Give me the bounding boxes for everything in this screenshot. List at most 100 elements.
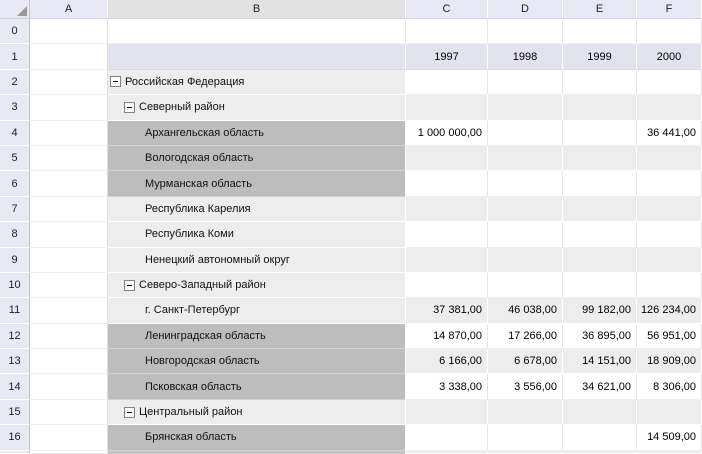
row-header-10[interactable]: 10	[0, 272, 30, 299]
cell-c-12[interactable]: 14 870,00	[406, 323, 488, 350]
row-header-6[interactable]: 6	[0, 171, 30, 197]
cell-e-1[interactable]: 1999	[563, 44, 637, 70]
cell-a-5[interactable]	[30, 145, 108, 172]
collapse-minus-icon[interactable]	[124, 279, 135, 291]
row-header-7[interactable]: 7	[0, 196, 30, 223]
cell-e-14[interactable]: 34 621,00	[563, 374, 637, 400]
cell-e-10[interactable]	[563, 272, 637, 299]
cell-b-16[interactable]: Брянская область	[108, 425, 406, 451]
cell-c-17[interactable]	[406, 450, 488, 454]
row-header-14[interactable]: 14	[0, 374, 30, 400]
cell-d-4[interactable]	[488, 120, 563, 146]
cell-c-7[interactable]	[406, 196, 488, 223]
cell-b-17[interactable]	[108, 450, 406, 454]
collapse-minus-icon[interactable]	[110, 76, 121, 88]
cell-a-1[interactable]	[30, 44, 108, 70]
cell-f-11[interactable]: 126 234,00	[637, 298, 702, 324]
cell-a-3[interactable]	[30, 95, 108, 121]
cell-b-0[interactable]	[108, 19, 406, 45]
cell-f-13[interactable]: 18 909,00	[637, 349, 702, 375]
cell-f-2[interactable]	[637, 69, 702, 96]
cell-a-12[interactable]	[30, 323, 108, 350]
cell-e-6[interactable]	[563, 171, 637, 197]
cell-a-7[interactable]	[30, 196, 108, 223]
cell-c-8[interactable]	[406, 222, 488, 248]
cell-e-8[interactable]	[563, 222, 637, 248]
cell-a-6[interactable]	[30, 171, 108, 197]
cell-d-1[interactable]: 1998	[488, 44, 563, 70]
cell-d-17[interactable]	[488, 450, 563, 454]
cell-e-17[interactable]	[563, 450, 637, 454]
cell-e-7[interactable]	[563, 196, 637, 223]
cell-d-10[interactable]	[488, 272, 563, 299]
cell-a-16[interactable]	[30, 425, 108, 451]
cell-c-15[interactable]	[406, 399, 488, 426]
column-header-c[interactable]: C	[406, 0, 488, 19]
cell-b-9[interactable]: Ненецкий автономный округ	[108, 247, 406, 273]
column-header-a[interactable]: A	[30, 0, 108, 19]
cell-e-11[interactable]: 99 182,00	[563, 298, 637, 324]
cell-e-15[interactable]	[563, 399, 637, 426]
cell-f-7[interactable]	[637, 196, 702, 223]
cell-a-13[interactable]	[30, 349, 108, 375]
cell-f-5[interactable]	[637, 145, 702, 172]
cell-b-7[interactable]: Республика Карелия	[108, 196, 406, 223]
cell-d-2[interactable]	[488, 69, 563, 96]
cell-b-12[interactable]: Ленинградская область	[108, 323, 406, 350]
cell-e-4[interactable]	[563, 120, 637, 146]
cell-e-5[interactable]	[563, 145, 637, 172]
cell-d-15[interactable]	[488, 399, 563, 426]
cell-a-10[interactable]	[30, 272, 108, 299]
cell-d-0[interactable]	[488, 19, 563, 45]
cell-d-16[interactable]	[488, 425, 563, 451]
cell-f-3[interactable]	[637, 95, 702, 121]
cell-c-16[interactable]	[406, 425, 488, 451]
cell-e-9[interactable]	[563, 247, 637, 273]
cell-c-3[interactable]	[406, 95, 488, 121]
cell-b-13[interactable]: Новгородская область	[108, 349, 406, 375]
cell-c-0[interactable]	[406, 19, 488, 45]
column-header-e[interactable]: E	[563, 0, 637, 19]
row-header-11[interactable]: 11	[0, 298, 30, 324]
cell-a-9[interactable]	[30, 247, 108, 273]
cell-f-15[interactable]	[637, 399, 702, 426]
cell-e-2[interactable]	[563, 69, 637, 96]
cell-a-14[interactable]	[30, 374, 108, 400]
cell-b-15[interactable]: Центральный район	[108, 399, 406, 426]
cell-d-3[interactable]	[488, 95, 563, 121]
cell-b-11[interactable]: г. Санкт-Петербург	[108, 298, 406, 324]
row-header-3[interactable]: 3	[0, 95, 30, 121]
cell-b-14[interactable]: Псковская область	[108, 374, 406, 400]
cell-c-9[interactable]	[406, 247, 488, 273]
row-header-0[interactable]: 0	[0, 19, 30, 45]
cell-f-1[interactable]: 2000	[637, 44, 702, 70]
cell-b-10[interactable]: Северо-Западный район	[108, 272, 406, 299]
cell-b-3[interactable]: Северный район	[108, 95, 406, 121]
column-header-b[interactable]: B	[108, 0, 406, 19]
cell-f-10[interactable]	[637, 272, 702, 299]
collapse-minus-icon[interactable]	[124, 406, 135, 418]
cell-c-2[interactable]	[406, 69, 488, 96]
cell-a-8[interactable]	[30, 222, 108, 248]
cell-d-13[interactable]: 6 678,00	[488, 349, 563, 375]
cell-f-16[interactable]: 14 509,00	[637, 425, 702, 451]
cell-d-5[interactable]	[488, 145, 563, 172]
cell-f-6[interactable]	[637, 171, 702, 197]
row-header-1[interactable]: 1	[0, 44, 30, 70]
cell-c-4[interactable]: 1 000 000,00	[406, 120, 488, 146]
cell-f-12[interactable]: 56 951,00	[637, 323, 702, 350]
cell-a-11[interactable]	[30, 298, 108, 324]
row-header-5[interactable]: 5	[0, 145, 30, 172]
cell-b-8[interactable]: Республика Коми	[108, 222, 406, 248]
cell-d-8[interactable]	[488, 222, 563, 248]
cell-d-12[interactable]: 17 266,00	[488, 323, 563, 350]
cell-b-5[interactable]: Вологодская область	[108, 145, 406, 172]
cell-f-4[interactable]: 36 441,00	[637, 120, 702, 146]
cell-f-0[interactable]	[637, 19, 702, 45]
row-header-13[interactable]: 13	[0, 349, 30, 375]
cell-d-9[interactable]	[488, 247, 563, 273]
cell-c-13[interactable]: 6 166,00	[406, 349, 488, 375]
cell-d-7[interactable]	[488, 196, 563, 223]
cell-e-13[interactable]: 14 151,00	[563, 349, 637, 375]
cell-a-2[interactable]	[30, 69, 108, 96]
